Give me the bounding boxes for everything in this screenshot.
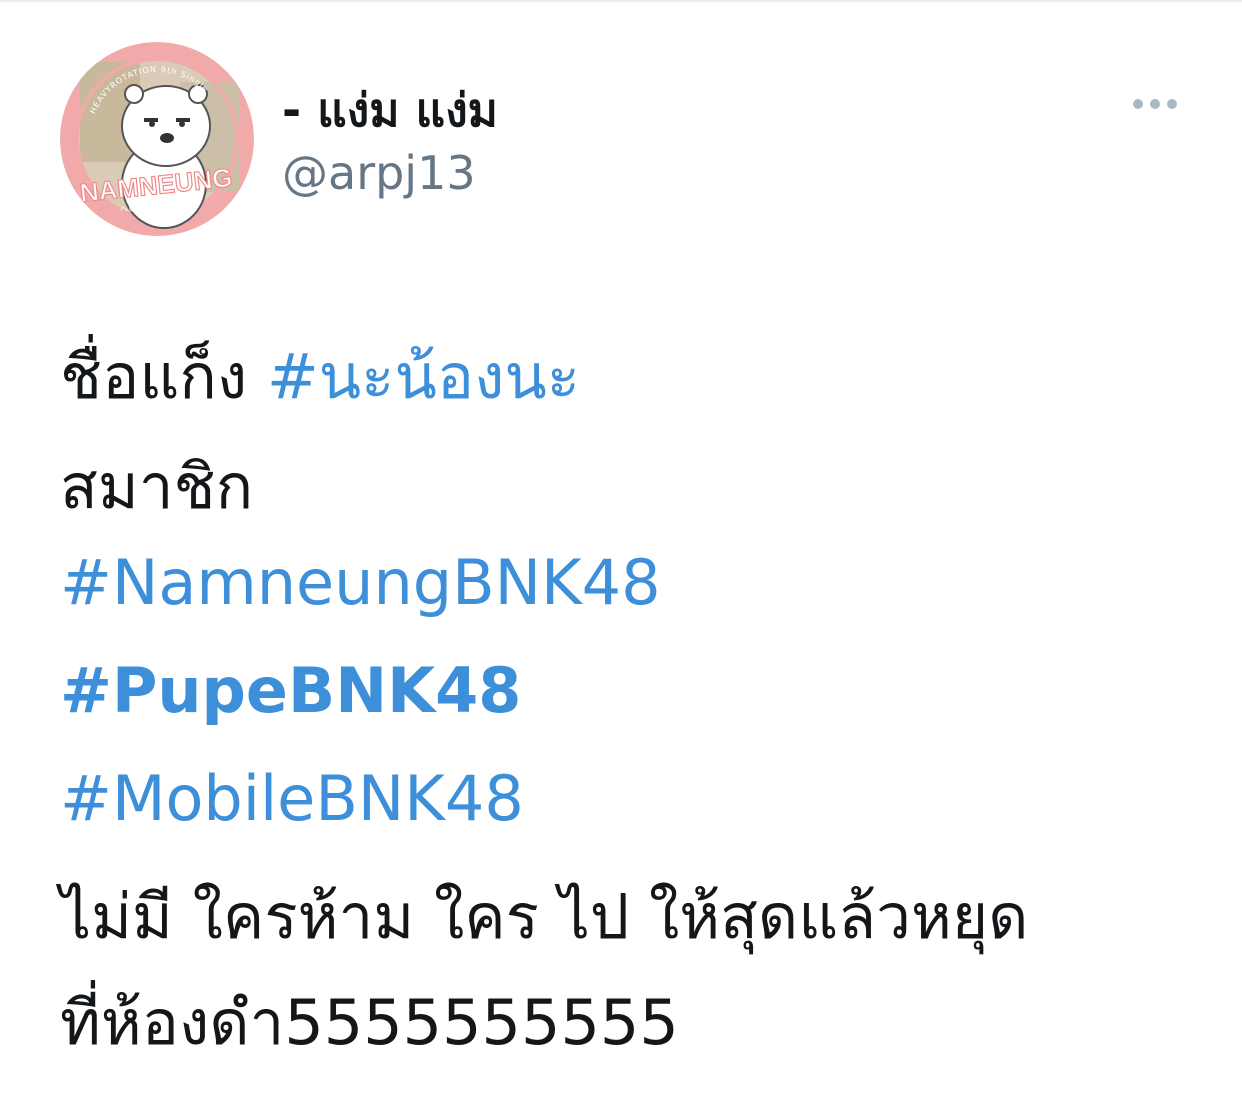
tweet-line-members: สมาชิก <box>60 450 254 523</box>
avatar[interactable]: HEAVYROTATION 9th Single NAMNEUNG ヘビーローテ… <box>60 42 254 236</box>
tweet-line-text: ไม่มี ใครห้าม ใคร ไป ให้สุดแล้วหยุด <box>60 880 1029 953</box>
hashtag-link[interactable]: #MobileBNK48 <box>60 762 524 835</box>
tweet-line-gang-name: ชื่อแก็ง #นะน้องนะ <box>60 328 580 426</box>
gang-label: ชื่อแก็ง <box>60 340 248 413</box>
hashtag-link[interactable]: #NamneungBNK48 <box>60 546 661 619</box>
tweet-line-text: ที่ห้องดำ5555555555 <box>60 986 679 1059</box>
hashtag-link[interactable]: #PupeBNK48 <box>60 654 521 727</box>
display-name[interactable]: - แง่ม แง่ม <box>282 74 498 147</box>
user-handle[interactable]: @arpj13 <box>282 146 476 200</box>
hashtag-link[interactable]: #นะน้องนะ <box>267 340 580 413</box>
more-options-button[interactable] <box>1128 92 1182 116</box>
more-horizontal-icon <box>1133 99 1177 109</box>
avatar-image: HEAVYROTATION 9th Single NAMNEUNG ヘビーローテ… <box>60 42 254 236</box>
top-divider <box>0 0 1242 2</box>
